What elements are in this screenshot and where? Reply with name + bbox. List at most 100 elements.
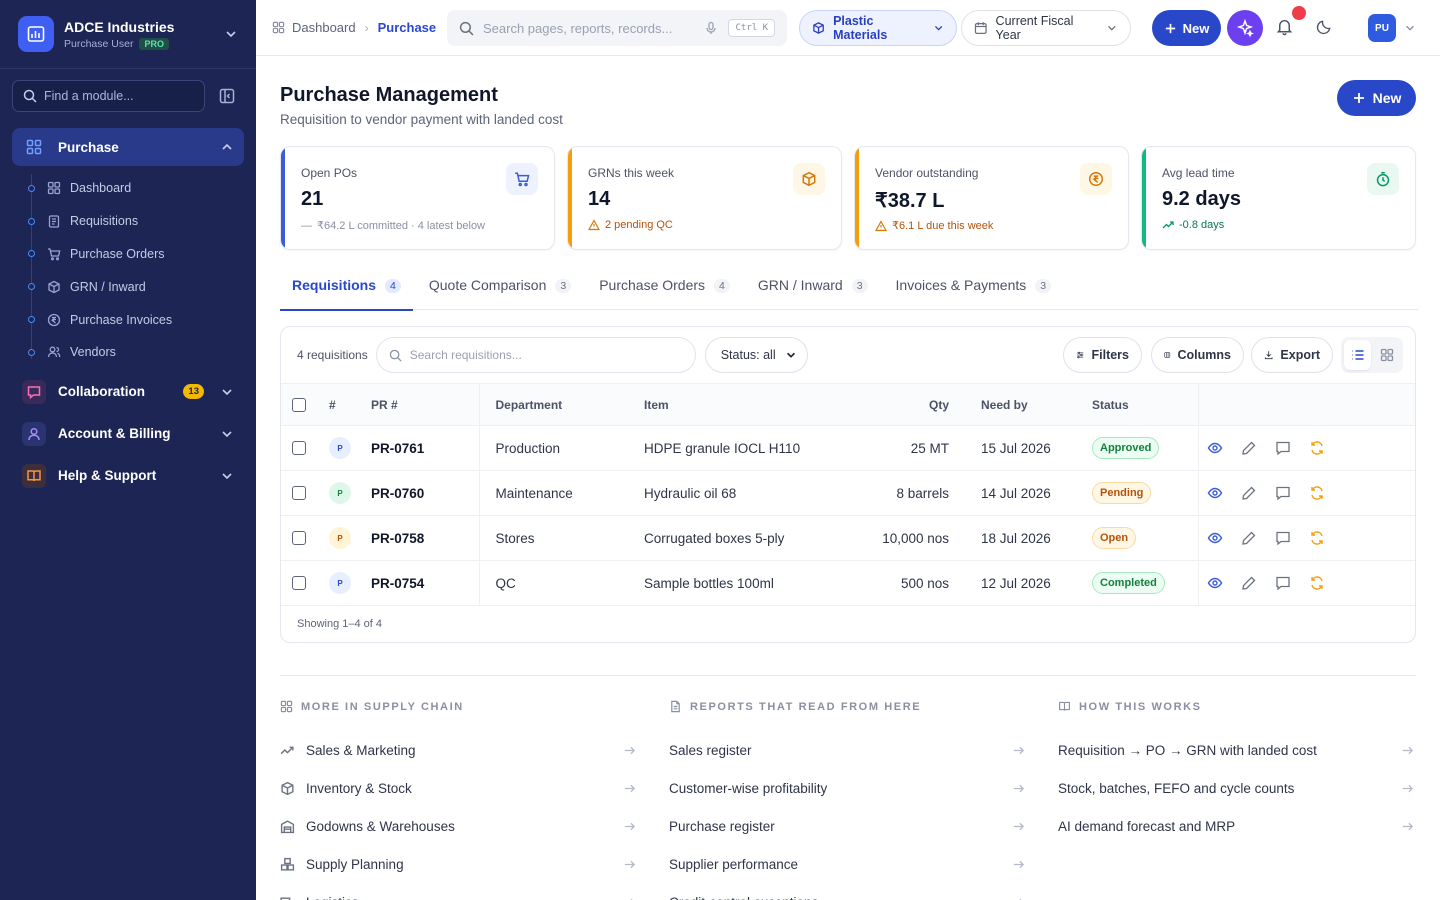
box-icon: [813, 22, 824, 34]
kpi-open-pos[interactable]: Open POs 21 — ₹64.2 L committed · 4 late…: [280, 146, 555, 250]
column-header-qty[interactable]: Qty: [870, 383, 949, 426]
sidebar-group-account-billing[interactable]: Account & Billing: [12, 415, 244, 453]
kpi-grns-this-week[interactable]: GRNs this week 14 2 pending QC: [567, 146, 842, 250]
filters-button[interactable]: Filters: [1063, 337, 1142, 373]
footer-link[interactable]: Logistics: [280, 883, 636, 900]
sidebar-item-purchase-invoices[interactable]: Purchase Invoices: [0, 303, 256, 336]
status-filter-select[interactable]: Status: all: [704, 337, 808, 373]
sparkle-icon: [1236, 19, 1254, 37]
global-search-input[interactable]: Search pages, reports, records... Ctrl K: [447, 10, 787, 46]
collapse-sidebar-button[interactable]: [218, 87, 236, 105]
convert-icon[interactable]: [1309, 575, 1325, 591]
sidebar-group-collaboration[interactable]: Collaboration 13: [12, 373, 244, 411]
row-checkbox[interactable]: [292, 531, 306, 545]
convert-icon[interactable]: [1309, 440, 1325, 456]
column-header-item[interactable]: Item: [630, 383, 870, 426]
comment-icon[interactable]: [1275, 530, 1291, 546]
ai-assistant-button[interactable]: [1227, 10, 1263, 46]
footer-link[interactable]: Purchase register: [669, 807, 1025, 845]
arrow-right-icon: [1401, 820, 1414, 833]
footer-link[interactable]: Supplier performance: [669, 845, 1025, 883]
footer-link[interactable]: Sales & Marketing: [280, 731, 636, 769]
pr-number[interactable]: PR-0761: [371, 441, 424, 456]
tab-quote-comparison[interactable]: Quote Comparison 3: [417, 268, 583, 310]
comment-icon[interactable]: [1275, 440, 1291, 456]
table-row[interactable]: P PR-0761 Production HDPE granule IOCL H110…: [281, 425, 1415, 471]
need-by-cell: 14 Jul 2026: [949, 470, 1080, 516]
user-avatar[interactable]: PU: [1368, 14, 1396, 42]
table-row[interactable]: P PR-0754 QC Sample bottles 100ml 500 nos 12 …: [281, 560, 1415, 606]
pencil-icon[interactable]: [1241, 485, 1257, 501]
clipboard-icon: [48, 215, 60, 228]
sidebar-group-help-support[interactable]: Help & Support: [12, 457, 244, 495]
material-selector[interactable]: Plastic Materials: [799, 10, 957, 46]
footer-link[interactable]: Stock, batches, FEFO and cycle counts: [1058, 769, 1414, 807]
column-header-status[interactable]: Status: [1080, 383, 1199, 426]
comment-icon[interactable]: [1275, 485, 1291, 501]
brand-switcher[interactable]: ADCE Industries Purchase User PRO: [0, 0, 256, 69]
footer-link[interactable]: AI demand forecast and MRP: [1058, 807, 1414, 845]
sidebar-item-vendors[interactable]: Vendors: [0, 336, 256, 369]
row-avatar: P: [329, 527, 351, 549]
breadcrumb-purchase[interactable]: Purchase: [378, 20, 437, 35]
footer-link-label: Credit-control exceptions: [669, 895, 1012, 900]
module-search-input[interactable]: Find a module...: [12, 80, 205, 112]
list-view-button[interactable]: [1344, 340, 1371, 370]
row-checkbox[interactable]: [292, 486, 306, 500]
tab-requisitions[interactable]: Requisitions 4: [280, 268, 413, 311]
pencil-icon[interactable]: [1241, 440, 1257, 456]
moon-icon: [1316, 20, 1331, 35]
convert-icon[interactable]: [1309, 485, 1325, 501]
grid-view-button[interactable]: [1373, 340, 1400, 370]
sidebar-item-requisitions[interactable]: Requisitions: [0, 205, 256, 238]
pencil-icon[interactable]: [1241, 530, 1257, 546]
kpi-avg-lead-time[interactable]: Avg lead time 9.2 days -0.8 days: [1141, 146, 1416, 250]
theme-toggle-button[interactable]: [1316, 18, 1333, 35]
pr-number[interactable]: PR-0758: [371, 531, 424, 546]
table-row[interactable]: P PR-0760 Maintenance Hydraulic oil 68 8 bar…: [281, 470, 1415, 516]
period-selector[interactable]: Current Fiscal Year: [961, 10, 1131, 46]
sidebar-item-grn-inward[interactable]: GRN / Inward: [0, 270, 256, 303]
eye-icon[interactable]: [1207, 575, 1223, 591]
row-checkbox[interactable]: [292, 576, 306, 590]
table-row[interactable]: P PR-0758 Stores Corrugated boxes 5-ply 10,0…: [281, 515, 1415, 561]
column-header-pr[interactable]: PR #: [369, 383, 480, 426]
eye-icon[interactable]: [1207, 440, 1223, 456]
row-checkbox[interactable]: [292, 441, 306, 455]
convert-icon[interactable]: [1309, 530, 1325, 546]
tab-invoices-payments[interactable]: Invoices & Payments 3: [884, 268, 1064, 310]
microphone-icon[interactable]: [704, 21, 718, 35]
notifications-button[interactable]: [1275, 17, 1294, 36]
select-all-checkbox[interactable]: [292, 397, 306, 412]
breadcrumb-dashboard[interactable]: Dashboard: [292, 20, 356, 35]
footer-link[interactable]: Sales register: [669, 731, 1025, 769]
footer-link[interactable]: Credit-control exceptions: [669, 883, 1025, 900]
export-button[interactable]: Export: [1251, 337, 1333, 373]
column-header-need-by[interactable]: Need by: [949, 383, 1080, 426]
sidebar-item-purchase-orders[interactable]: Purchase Orders: [0, 238, 256, 271]
warning-icon: [588, 219, 600, 231]
pr-number[interactable]: PR-0754: [371, 576, 424, 591]
tab-grn-inward[interactable]: GRN / Inward 3: [746, 268, 880, 310]
footer-link[interactable]: Supply Planning: [280, 845, 636, 883]
pencil-icon[interactable]: [1241, 575, 1257, 591]
chevron-down-icon[interactable]: [1404, 22, 1416, 34]
column-header-department[interactable]: Department: [479, 383, 630, 426]
columns-button[interactable]: Columns: [1151, 337, 1244, 373]
sidebar-group-purchase[interactable]: Purchase: [12, 128, 244, 166]
footer-link[interactable]: Inventory & Stock: [280, 769, 636, 807]
table-header-row: # PR # Department Item Qty Need by Statu…: [281, 383, 1415, 426]
footer-link[interactable]: Requisition → PO → GRN with landed cost: [1058, 731, 1414, 769]
footer-link[interactable]: Godowns & Warehouses: [280, 807, 636, 845]
pr-number[interactable]: PR-0760: [371, 486, 424, 501]
comment-icon[interactable]: [1275, 575, 1291, 591]
footer-link[interactable]: Customer-wise profitability: [669, 769, 1025, 807]
eye-icon[interactable]: [1207, 485, 1223, 501]
new-button-top[interactable]: New: [1152, 10, 1221, 46]
kpi-vendor-outstanding[interactable]: Vendor outstanding ₹38.7 L ₹6.1 L due th…: [854, 146, 1129, 250]
requisition-search-input[interactable]: Search requisitions...: [375, 337, 696, 373]
eye-icon[interactable]: [1207, 530, 1223, 546]
new-button[interactable]: New: [1337, 80, 1416, 116]
sidebar-item-dashboard[interactable]: Dashboard: [0, 172, 256, 205]
tab-purchase-orders[interactable]: Purchase Orders 4: [587, 268, 742, 310]
